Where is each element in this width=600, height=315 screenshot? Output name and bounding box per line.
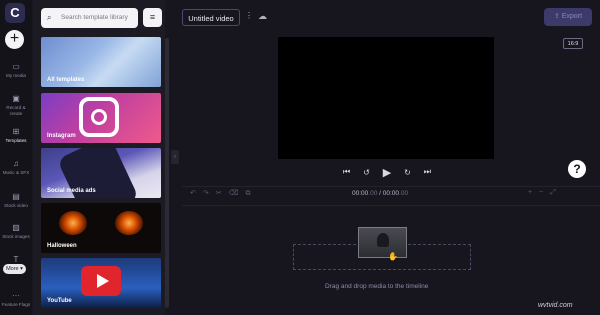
template-card-youtube[interactable]: YouTube [41,258,161,308]
grab-cursor-icon: ✋ [388,252,398,261]
grid-icon: ⊞ [12,127,20,136]
youtube-icon [81,266,121,296]
export-icon: ⇪ [553,13,560,20]
template-search-input[interactable]: ⌕ Search template library [41,8,138,28]
split-icon[interactable]: ✂ [216,190,229,197]
tree-image [377,233,389,247]
plus-icon: + [9,30,20,47]
aspect-ratio-button[interactable]: 16:9 [563,38,583,49]
duplicate-icon[interactable]: ⧉ [246,190,258,197]
timecode: 00:00.00 / 00:00.00 [352,190,409,197]
collapse-panel-button[interactable]: ‹ [171,150,179,164]
forward-5s-icon[interactable]: ↻ [404,168,411,177]
video-preview [278,37,494,159]
sidebar-item-music-sfx[interactable]: ♫ Music & SFX [0,159,32,176]
clipchamp-logo[interactable]: C [5,3,25,23]
filter-button[interactable]: ≡ [143,8,162,27]
text-icon: T [13,255,19,264]
film-icon: ▤ [12,192,20,201]
help-button[interactable]: ? [568,160,586,178]
watermark: wvtvid.com [538,302,573,309]
sidebar-item-record-create[interactable]: ▣ Record & create [0,94,32,116]
project-title-input[interactable]: Untitled video [182,9,240,26]
drop-hint-text: Drag and drop media to the timeline [325,283,429,290]
fit-icon[interactable]: ⤢ [550,189,563,196]
zoom-in-icon[interactable]: + [528,189,539,196]
filter-icon: ≡ [149,12,156,22]
sidebar-item-feature-flags[interactable]: ··· Feature Flags [0,291,32,308]
playback-controls: ⏮ ↺ ▶ ↻ ⏭ [343,165,431,179]
pumpkin-image [59,211,87,235]
delete-icon[interactable]: ⌫ [229,190,246,197]
export-button[interactable]: ⇪ Export [544,8,592,26]
sidebar-item-stock-images[interactable]: ▨ Stock images [0,223,32,240]
template-card-halloween[interactable]: Halloween [41,203,161,253]
panel-scrollbar[interactable] [165,38,169,308]
image-icon: ▨ [12,223,20,232]
more-button[interactable]: More ▾ [3,264,26,274]
search-icon: ⌕ [47,13,52,22]
timeline-ruler [182,205,600,206]
template-card-instagram[interactable]: Instagram [41,93,161,143]
create-button[interactable]: + [5,30,24,49]
skip-back-icon[interactable]: ⏮ [343,167,350,177]
redo-icon[interactable]: ↷ [203,190,216,197]
video-camera-icon: ▣ [12,94,20,103]
more-dots-icon: ··· [12,291,20,300]
sidebar-item-stock-video[interactable]: ▤ Stock video [0,192,32,209]
sidebar-item-templates[interactable]: ⊞ Templates [0,127,32,144]
skip-forward-icon[interactable]: ⏭ [424,167,431,177]
play-icon[interactable]: ▶ [383,166,391,179]
pumpkin-image [115,211,143,235]
instagram-icon [79,97,119,137]
chevron-left-icon: ‹ [174,154,176,160]
undo-icon[interactable]: ↶ [190,190,203,197]
music-note-icon: ♫ [13,159,19,168]
zoom-controls: +−⤢ [528,189,563,197]
template-card-social-media-ads[interactable]: Social media ads [41,148,161,198]
cloud-off-icon: ☁ [258,11,267,21]
zoom-out-icon[interactable]: − [539,189,550,196]
rewind-5s-icon[interactable]: ↺ [363,168,370,177]
sidebar-item-my-media[interactable]: ▭ My media [0,62,32,79]
timeline-tools: ↶↷✂⌫⧉ [190,189,258,198]
template-card-all-templates[interactable]: All templates [41,37,161,87]
more-options-icon[interactable]: ⋮ [245,11,253,20]
folder-icon: ▭ [12,62,20,71]
